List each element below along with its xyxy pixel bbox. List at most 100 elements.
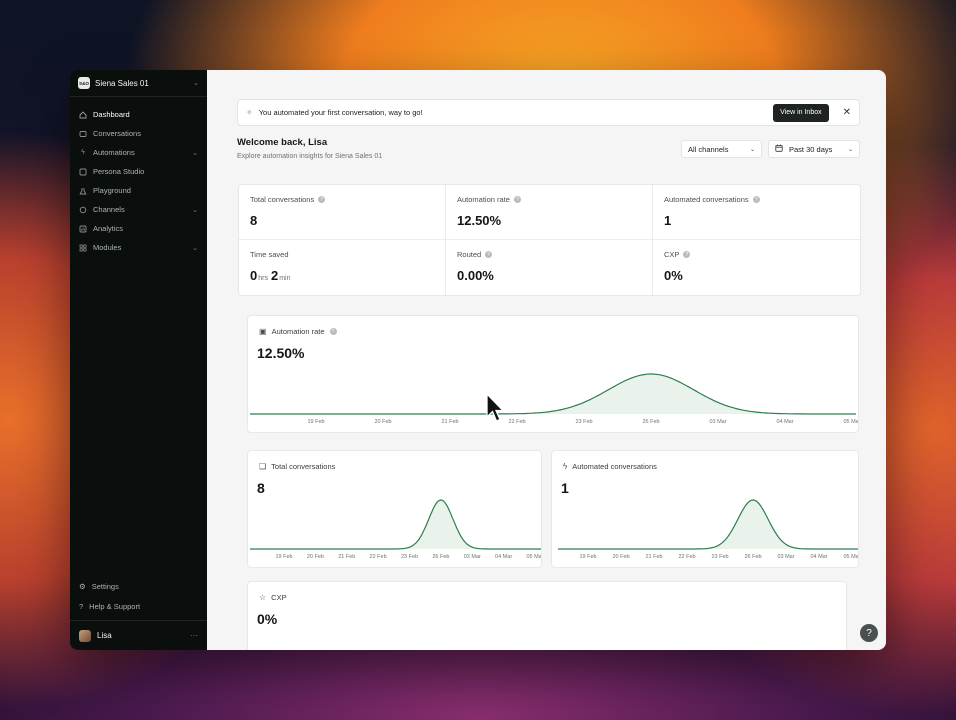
user-menu[interactable]: Lisa ⋯: [70, 620, 207, 650]
sidebar-item-label: Playground: [93, 186, 131, 195]
minutes-value: 2: [270, 268, 279, 283]
workspace-name: Siena Sales 01: [95, 78, 149, 88]
close-icon[interactable]: ✕: [843, 107, 851, 118]
x-tick-label: 26 Feb: [432, 554, 449, 560]
page-title: Welcome back, Lisa: [237, 137, 328, 148]
x-tick-label: 20 Feb: [307, 554, 324, 560]
workspace-switcher[interactable]: S&O Siena Sales 01 ⌄: [70, 70, 207, 97]
info-icon[interactable]: ?: [513, 196, 521, 203]
hours-unit: hrs: [258, 275, 268, 282]
x-tick-label: 19 Feb: [275, 554, 292, 560]
help-chat-button[interactable]: ?: [860, 624, 878, 642]
sidebar-item-modules[interactable]: Modules ⌄: [70, 238, 207, 257]
sidebar-item-analytics[interactable]: Analytics: [70, 219, 207, 238]
date-range-value: Past 30 days: [789, 144, 833, 154]
sidebar-item-label: Channels: [93, 205, 125, 214]
card-title: CXP: [271, 593, 287, 602]
chat-icon: [79, 206, 87, 214]
info-icon[interactable]: ?: [683, 251, 691, 258]
card-value: 0%: [257, 611, 278, 627]
x-tick-label: 21 Feb: [645, 554, 662, 560]
x-tick-label: 26 Feb: [744, 554, 761, 560]
sidebar-item-channels[interactable]: Channels ⌄: [70, 200, 207, 219]
minutes-unit: min: [279, 275, 291, 282]
app-window: S&O Siena Sales 01 ⌄ Dashboard Conversat…: [70, 70, 886, 650]
kpi-label: CXP: [664, 250, 680, 259]
more-icon[interactable]: ⋯: [190, 631, 198, 640]
kpi-label: Routed: [457, 250, 482, 259]
kpi-total-conversations: Total conversations? 8: [239, 185, 446, 240]
card-value: 12.50%: [257, 345, 305, 361]
sidebar-item-conversations[interactable]: Conversations: [70, 124, 207, 143]
help-circle-icon: ?: [79, 601, 84, 611]
kpi-cxp: CXP? 0%: [653, 240, 860, 295]
x-tick-label: 26 Feb: [642, 419, 659, 425]
info-icon[interactable]: ?: [318, 196, 326, 203]
chart-series-line: [558, 499, 858, 550]
kpi-label: Time saved: [250, 250, 289, 259]
home-icon: [79, 110, 87, 119]
chart-icon: [79, 225, 87, 233]
chart-area: [250, 374, 856, 414]
info-icon[interactable]: ?: [485, 251, 493, 258]
info-icon[interactable]: ?: [752, 196, 760, 203]
kpi-time-saved: Time saved 0hrs 2min: [239, 240, 446, 295]
chart-series-line: [250, 499, 541, 550]
sidebar-item-dashboard[interactable]: Dashboard: [70, 105, 207, 124]
x-tick-label: 03 Mar: [464, 554, 481, 560]
sidebar-item-persona-studio[interactable]: Persona Studio: [70, 162, 207, 181]
card-value: 8: [257, 480, 265, 496]
automated-conversations-card: ϟ Automated conversations 1 19 Feb 20 Feb 2…: [551, 450, 859, 568]
sidebar-nav: Dashboard Conversations ϟ Automations ⌄ …: [70, 97, 207, 257]
channel-filter-select[interactable]: All channels ⌄: [681, 140, 762, 158]
sidebar-item-help[interactable]: ? Help & Support: [70, 596, 207, 616]
x-tick-label: 04 Mar: [810, 554, 827, 560]
main-content: ✧ You automated your first conversation,…: [207, 70, 886, 650]
view-in-inbox-button[interactable]: View in Inbox: [773, 103, 829, 122]
card-title: Automated conversations: [572, 462, 657, 471]
x-tick-label: 04 Mar: [495, 554, 512, 560]
sidebar-item-label: Modules: [93, 243, 122, 252]
chevron-down-icon: ⌄: [192, 206, 198, 214]
total-conversations-chart: 19 Feb 20 Feb 21 Feb 22 Feb 23 Feb 26 Feb 03 M…: [250, 499, 541, 560]
chevron-down-icon: ⌄: [192, 244, 198, 252]
sparkle-icon: ✧: [246, 108, 253, 117]
card-title: Automation rate: [271, 327, 325, 336]
kpi-value: 8: [250, 213, 258, 228]
x-tick-label: 22 Feb: [370, 554, 387, 560]
calendar-icon: [775, 144, 783, 154]
kpi-value: 0hrs 2min: [250, 268, 434, 283]
x-tick-label: 23 Feb: [575, 419, 592, 425]
help-label: Help & Support: [89, 601, 141, 611]
sidebar-item-playground[interactable]: Playground: [70, 181, 207, 200]
mouse-cursor-icon: [486, 393, 504, 422]
sidebar-item-settings[interactable]: ⚙ Settings: [70, 576, 207, 596]
chart-series-line: [250, 373, 856, 415]
x-tick-label: 03 Mar: [777, 554, 794, 560]
x-tick-label: 20 Feb: [612, 554, 629, 560]
kpi-label: Automation rate: [457, 195, 510, 204]
page-subtitle: Explore automation insights for Siena Sa…: [237, 153, 383, 160]
kpi-automation-rate: Automation rate? 12.50%: [446, 185, 653, 240]
sidebar-item-label: Conversations: [93, 129, 141, 138]
x-tick-label: 19 Feb: [307, 419, 324, 425]
kpi-value: 12.50%: [457, 213, 502, 228]
kpi-automated-conversations: Automated conversations? 1: [653, 185, 860, 240]
gear-icon: ⚙: [79, 581, 86, 591]
channel-filter-value: All channels: [688, 144, 729, 154]
chat-icon: ❏: [259, 462, 267, 471]
info-icon[interactable]: ?: [329, 328, 337, 335]
bolt-icon: ϟ: [563, 462, 568, 471]
x-tick-label: 21 Feb: [338, 554, 355, 560]
avatar: [79, 629, 91, 642]
cxp-card: ☆ CXP 0%: [247, 581, 847, 650]
sidebar-item-label: Persona Studio: [93, 167, 145, 176]
kpi-label: Total conversations: [250, 195, 315, 204]
sidebar-item-automations[interactable]: ϟ Automations ⌄: [70, 143, 207, 162]
sidebar-item-label: Automations: [93, 148, 135, 157]
settings-label: Settings: [91, 581, 119, 591]
success-banner: ✧ You automated your first conversation,…: [237, 99, 860, 126]
kpi-value: 0.00%: [457, 268, 494, 283]
date-range-select[interactable]: Past 30 days ⌄: [768, 140, 860, 158]
